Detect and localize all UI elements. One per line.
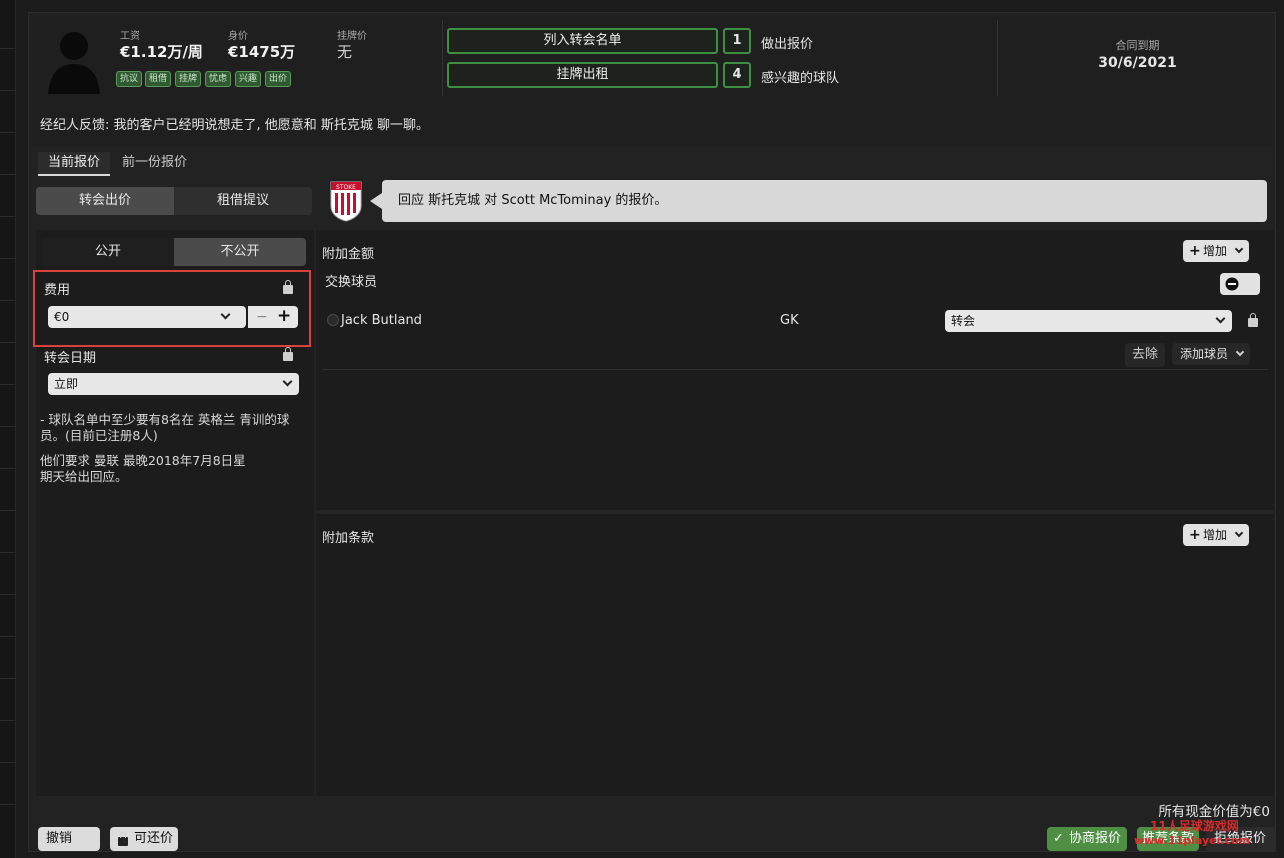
tag-bid[interactable]: 出价 — [265, 71, 292, 87]
offers-label: 做出报价 — [761, 37, 814, 52]
add-clause-button[interactable]: + 增加 — [1183, 524, 1250, 546]
exchange-deal-type-select[interactable]: 转会 — [945, 310, 1232, 332]
tab-previous-offer[interactable]: 前一份报价 — [122, 152, 187, 176]
panel-gap — [316, 510, 1274, 514]
fee-decrease-button[interactable]: − — [256, 306, 268, 328]
tab-current-offer[interactable]: 当前报价 — [38, 152, 110, 176]
tag-loan[interactable]: 租借 — [145, 71, 172, 87]
contract-label: 合同到期 — [1115, 39, 1160, 52]
interested-label: 感兴趣的球队 — [761, 71, 840, 86]
undo-button[interactable]: 撤销 — [38, 827, 100, 851]
exchange-player-position: GK — [780, 313, 799, 328]
contract-value: 30/6/2021 — [1098, 55, 1177, 71]
unlock-icon — [118, 832, 128, 846]
chevron-down-icon — [1234, 528, 1244, 538]
header-divider — [442, 20, 443, 96]
offers-count[interactable]: 1 — [723, 28, 751, 54]
exchange-deal-type-value: 转会 — [951, 314, 976, 328]
chevron-down-icon — [1235, 347, 1245, 357]
add-clause-label: 增加 — [1203, 528, 1228, 542]
player-select-checkbox[interactable] — [327, 314, 339, 326]
value-label: 身价 — [228, 31, 248, 42]
additional-fee-label: 附加金额 — [322, 247, 375, 262]
fee-label: 费用 — [44, 283, 71, 298]
tag-concern[interactable]: 忧虑 — [205, 71, 232, 87]
left-edge-strip — [0, 0, 16, 858]
offer-type-toggle: 转会出价 租借提议 — [36, 187, 312, 215]
check-icon: ✓ — [1053, 831, 1064, 846]
add-fee-label: 增加 — [1203, 244, 1228, 258]
stoke-club-badge: STOKE — [330, 181, 362, 222]
asking-price-value: 无 — [337, 43, 353, 61]
section-divider — [322, 369, 1268, 370]
value-value: €1475万 — [228, 43, 296, 61]
loan-list-button[interactable]: 挂牌出租 — [447, 62, 718, 88]
homegrown-note: - 球队名单中至少要有8名在 英格兰 青训的球员。(目前已注册8人) — [40, 412, 290, 443]
wage-label: 工资 — [120, 31, 140, 42]
badge-text: STOKE — [336, 184, 356, 191]
transfer-date-chevron-icon — [282, 376, 293, 387]
exchange-lock-icon[interactable] — [1248, 313, 1258, 327]
interested-count[interactable]: 4 — [723, 62, 751, 88]
agent-feedback: 经纪人反馈: 我的客户已经明说想走了, 他愿意和 斯托克城 聊一聊。 — [40, 118, 430, 133]
loan-offer-option[interactable]: 租借提议 — [174, 187, 312, 215]
transfer-date-select[interactable]: 立即 — [48, 373, 299, 395]
watermark-line1: 11人足球游戏网 — [1150, 819, 1239, 833]
fee-increase-button[interactable]: + — [277, 305, 291, 327]
fee-lock-icon[interactable] — [283, 280, 293, 294]
add-fee-button[interactable]: + 增加 — [1183, 240, 1250, 262]
add-player-button[interactable]: 添加球员 — [1172, 343, 1251, 365]
negotiate-label: 协商报价 — [1069, 831, 1122, 846]
transfer-list-button[interactable]: 列入转会名单 — [447, 28, 718, 54]
chevron-down-icon — [1234, 244, 1244, 254]
plus-icon: + — [1189, 527, 1201, 543]
exchange-player-name[interactable]: Jack Butland — [341, 313, 422, 328]
asking-price-label: 挂牌价 — [337, 31, 367, 42]
transfer-date-lock-icon[interactable] — [283, 347, 293, 361]
transfer-date-value: 立即 — [54, 377, 79, 391]
watermark-line2: www.11player.com — [1134, 834, 1251, 847]
exchange-options-button[interactable] — [1220, 273, 1260, 295]
offer-message: 回应 斯托克城 对 Scott McTominay 的报价。 — [382, 180, 1267, 222]
tag-interest[interactable]: 兴趣 — [235, 71, 262, 87]
negotiable-toggle[interactable]: 可还价 — [110, 827, 178, 851]
undo-label: 撤销 — [46, 831, 73, 846]
deadline-note: 他们要求 曼联 最晚2018年7月8日星期天给出回应。 — [40, 453, 246, 484]
wage-value: €1.12万/周 — [120, 43, 203, 61]
private-option[interactable]: 不公开 — [174, 238, 306, 266]
plus-icon: + — [1189, 243, 1201, 259]
negotiable-label: 可还价 — [134, 831, 174, 846]
public-option[interactable]: 公开 — [42, 238, 174, 266]
clauses-label: 附加条款 — [322, 531, 375, 546]
message-bubble-tail — [370, 193, 382, 209]
transfer-offer-option[interactable]: 转会出价 — [36, 187, 174, 215]
player-avatar — [48, 32, 100, 94]
tag-protest[interactable]: 抗议 — [116, 71, 143, 87]
fee-select[interactable]: €0 — [48, 306, 246, 328]
add-player-label: 添加球员 — [1180, 347, 1229, 361]
remove-player-button[interactable]: 去除 — [1125, 343, 1165, 367]
exchange-players-label: 交换球员 — [325, 275, 378, 290]
minus-circle-icon — [1225, 277, 1239, 291]
header-divider-2 — [997, 20, 998, 96]
negotiate-button[interactable]: ✓ 协商报价 — [1047, 827, 1127, 851]
deal-type-chevron-icon — [1215, 313, 1226, 324]
tag-listed[interactable]: 挂牌 — [175, 71, 202, 87]
visibility-toggle: 公开 不公开 — [42, 238, 306, 266]
transfer-date-label: 转会日期 — [44, 351, 97, 366]
